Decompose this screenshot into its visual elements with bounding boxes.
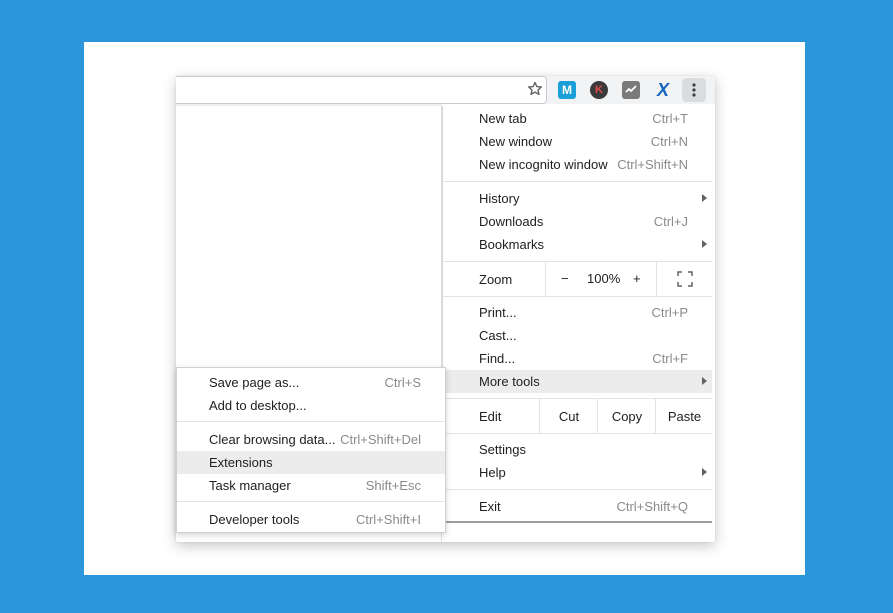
menu-item-label: Task manager: [209, 478, 291, 493]
zoom-label: Zoom: [479, 272, 513, 287]
menu-item-settings[interactable]: Settings: [443, 438, 712, 461]
chrome-main-menu: New tab Ctrl+T New window Ctrl+N New inc…: [442, 106, 712, 523]
menu-item-shortcut: Ctrl+N: [650, 134, 688, 149]
zoom-level: 100%: [587, 271, 621, 286]
menu-separator: [443, 181, 712, 182]
menu-item-label: Developer tools: [209, 512, 300, 527]
menu-item-history[interactable]: History: [443, 187, 712, 210]
menu-item-cast[interactable]: Cast...: [443, 324, 712, 347]
zoom-in-button[interactable]: +: [633, 271, 641, 286]
menu-item-label: Help: [479, 465, 506, 480]
fullscreen-icon: [677, 271, 693, 287]
zoom-controls: − 100% +: [545, 262, 657, 296]
menu-item-shortcut: Ctrl+J: [653, 214, 688, 229]
menu-item-label: More tools: [479, 374, 540, 389]
menu-item-shortcut: Ctrl+T: [652, 111, 688, 126]
submenu-item-add-to-desktop[interactable]: Add to desktop...: [177, 394, 445, 417]
star-icon[interactable]: [527, 81, 543, 97]
menu-row-zoom: Zoom − 100% +: [443, 262, 712, 296]
submenu-item-extensions[interactable]: Extensions: [177, 451, 445, 474]
submenu-item-developer-tools[interactable]: Developer tools Ctrl+Shift+I: [177, 508, 445, 531]
menu-item-bookmarks[interactable]: Bookmarks: [443, 233, 712, 256]
menu-item-exit[interactable]: Exit Ctrl+Shift+Q: [443, 495, 712, 518]
menu-item-label: Downloads: [479, 214, 544, 229]
menu-item-find[interactable]: Find... Ctrl+F: [443, 347, 712, 370]
menu-item-label: New tab: [479, 111, 527, 126]
fullscreen-button[interactable]: [656, 262, 713, 296]
menu-item-shortcut: Ctrl+Shift+Del: [340, 432, 421, 447]
submenu-item-clear-browsing-data[interactable]: Clear browsing data... Ctrl+Shift+Del: [177, 428, 445, 451]
submenu-item-task-manager[interactable]: Task manager Shift+Esc: [177, 474, 445, 497]
menu-item-shortcut: Ctrl+Shift+I: [355, 512, 421, 527]
menu-item-downloads[interactable]: Downloads Ctrl+J: [443, 210, 712, 233]
cut-button[interactable]: Cut: [539, 399, 598, 433]
menu-item-label: Add to desktop...: [209, 398, 307, 413]
extension-check-icon[interactable]: [622, 81, 640, 99]
submenu-arrow-icon: [702, 468, 707, 476]
menu-separator: [443, 433, 712, 434]
menu-item-new-incognito[interactable]: New incognito window Ctrl+Shift+N: [443, 153, 712, 176]
menu-item-label: Exit: [479, 499, 501, 514]
menu-item-shortcut: Shift+Esc: [365, 478, 421, 493]
more-tools-submenu: Save page as... Ctrl+S Add to desktop...…: [176, 367, 446, 533]
menu-item-shortcut: Ctrl+Shift+N: [617, 157, 688, 172]
menu-separator: [443, 296, 712, 297]
zoom-out-button[interactable]: −: [561, 271, 569, 286]
paste-button[interactable]: Paste: [655, 399, 713, 433]
menu-item-shortcut: Ctrl+Shift+Q: [616, 499, 688, 514]
content-divider: [176, 104, 442, 106]
edit-label: Edit: [479, 409, 502, 424]
menu-item-label: Clear browsing data...: [209, 432, 336, 447]
menu-separator: [177, 501, 445, 502]
submenu-item-save-page[interactable]: Save page as... Ctrl+S: [177, 371, 445, 394]
menu-item-label: Find...: [479, 351, 516, 366]
menu-item-label: History: [479, 191, 520, 206]
menu-item-label: Bookmarks: [479, 237, 545, 252]
menu-item-new-window[interactable]: New window Ctrl+N: [443, 130, 712, 153]
address-bar[interactable]: [176, 76, 547, 104]
extension-m-icon[interactable]: M: [558, 81, 576, 99]
submenu-arrow-icon: [702, 377, 707, 385]
extension-k-icon[interactable]: K: [590, 81, 608, 99]
menu-item-label: Save page as...: [209, 375, 300, 390]
menu-item-shortcut: Ctrl+F: [652, 351, 688, 366]
extension-x-icon[interactable]: X: [654, 80, 672, 100]
menu-item-new-tab[interactable]: New tab Ctrl+T: [443, 107, 712, 130]
menu-item-shortcut: Ctrl+S: [384, 375, 421, 390]
menu-row-edit: Edit Cut Copy Paste: [443, 399, 712, 433]
menu-item-label: Print...: [479, 305, 517, 320]
submenu-arrow-icon: [702, 240, 707, 248]
menu-item-more-tools[interactable]: More tools: [443, 370, 712, 393]
menu-item-label: Settings: [479, 442, 526, 457]
menu-separator: [443, 489, 712, 490]
browser-toolbar: M K X: [176, 76, 715, 104]
menu-item-label: New incognito window: [479, 157, 608, 172]
menu-item-help[interactable]: Help: [443, 461, 712, 484]
menu-kebab-icon[interactable]: [682, 78, 706, 102]
submenu-arrow-icon: [702, 194, 707, 202]
menu-item-label: Extensions: [209, 455, 273, 470]
menu-item-label: New window: [479, 134, 552, 149]
menu-separator: [177, 421, 445, 422]
menu-item-label: Cast...: [479, 328, 517, 343]
copy-button[interactable]: Copy: [597, 399, 656, 433]
menu-item-shortcut: Ctrl+P: [651, 305, 688, 320]
menu-item-print[interactable]: Print... Ctrl+P: [443, 301, 712, 324]
